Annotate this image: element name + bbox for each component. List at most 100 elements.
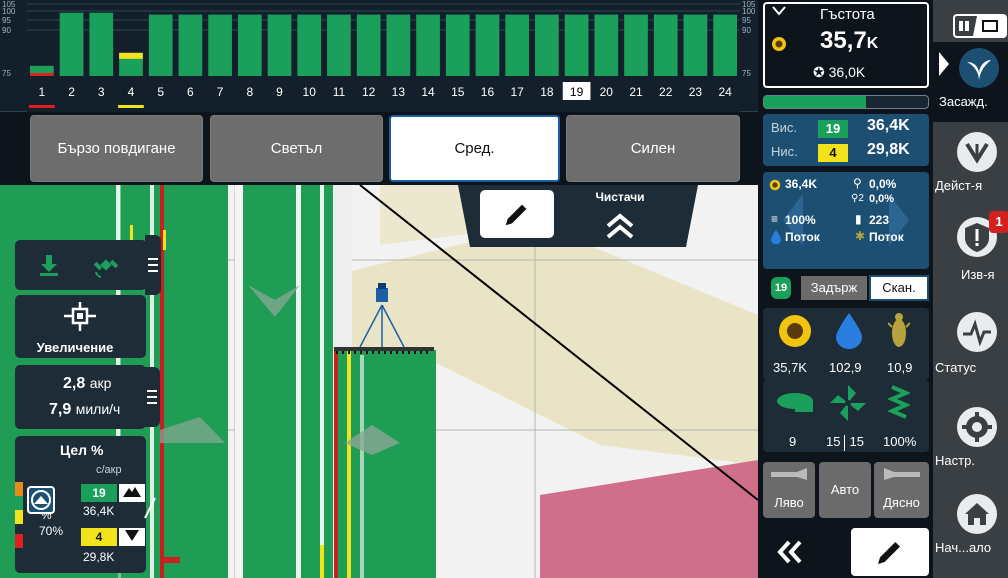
row-bar[interactable] <box>356 14 381 77</box>
row-bar[interactable] <box>59 12 84 77</box>
target-edit-icon[interactable] <box>143 496 163 526</box>
metrics-card[interactable]: 36,4K ⚲ 0,0% ⚲2 0,0% ≡ 100% ▮ 223 Поток … <box>763 172 929 269</box>
marker-left-button[interactable]: Ляво <box>763 462 815 518</box>
wipers-label: Чистачи <box>595 190 645 204</box>
row-label[interactable]: 23 <box>689 85 703 99</box>
rail-plant-item[interactable]: Засажд. <box>933 42 1008 122</box>
row-label[interactable]: 6 <box>187 85 194 99</box>
row-bar[interactable] <box>445 14 470 77</box>
row-label[interactable]: 1 <box>39 85 46 99</box>
target-pct-c: 70% <box>39 524 64 538</box>
row-bar[interactable] <box>89 12 114 77</box>
row-label[interactable]: 15 <box>451 85 465 99</box>
row-bar[interactable] <box>327 14 351 77</box>
scale-red <box>15 534 23 548</box>
row-bar[interactable] <box>564 14 589 77</box>
row-label[interactable]: 2 <box>68 85 75 99</box>
rail-alerts-item[interactable]: 1 Изв-я <box>933 211 1008 295</box>
marker-auto-button[interactable]: Авто <box>819 462 871 518</box>
row-label[interactable]: 9 <box>276 85 283 99</box>
satellite-icon[interactable] <box>93 252 119 283</box>
sections-card[interactable]: 9 15 15 100% <box>763 380 929 452</box>
medium-button[interactable]: Сред. <box>389 115 560 182</box>
row-label[interactable]: 13 <box>392 85 406 99</box>
edit-panel-button[interactable] <box>851 528 929 576</box>
rail-settings-item[interactable]: Настр. <box>933 405 1008 485</box>
target-rate-card[interactable]: Цел % с/акр 0% % 70% 19 36,4K 4 29,8K <box>15 436 156 573</box>
row-label[interactable]: 18 <box>540 85 554 99</box>
target-lo-row: 4 <box>81 528 117 546</box>
row-label[interactable]: 11 <box>333 85 346 99</box>
row-bar[interactable] <box>683 14 708 77</box>
row-bar[interactable] <box>475 14 500 77</box>
edit-map-button[interactable] <box>480 190 554 238</box>
row-bar[interactable] <box>386 14 411 77</box>
row-bar[interactable] <box>713 14 737 77</box>
stat-fan: 15 15 <box>826 434 864 451</box>
scan-row: 19 Задърж Скан. <box>763 273 929 303</box>
area-menu-handle[interactable] <box>144 367 160 427</box>
row-bar[interactable] <box>208 14 232 77</box>
light-button[interactable]: Светъл <box>210 115 383 182</box>
row-label[interactable]: 8 <box>246 85 253 99</box>
fan-divider <box>844 434 846 451</box>
heavy-button[interactable]: Силен <box>566 115 740 182</box>
row-bar[interactable] <box>535 14 559 77</box>
download-icon[interactable] <box>38 253 60 282</box>
split-view-button[interactable] <box>953 14 1007 38</box>
row-label[interactable]: 16 <box>481 85 495 99</box>
row-bar[interactable] <box>594 14 619 77</box>
area-speed-card: 2,8 акр 7,9 мили/ч <box>15 365 160 429</box>
row-label[interactable]: 24 <box>718 85 732 99</box>
back-button[interactable] <box>763 528 833 574</box>
row-label[interactable]: 10 <box>303 85 317 99</box>
marker-right-button[interactable]: Дясно <box>874 462 929 518</box>
density-card[interactable]: Гъстота 35,7K ✪ 36,0K <box>763 2 929 88</box>
quick-lift-button[interactable]: Бързо повдигане <box>30 115 203 182</box>
row-bar[interactable] <box>148 14 173 77</box>
row-bar[interactable] <box>416 14 440 77</box>
row-bar[interactable] <box>297 14 322 77</box>
double-chevron-up-icon[interactable] <box>604 212 636 240</box>
rail-home-item[interactable]: Нач...ало <box>933 492 1008 572</box>
speed-readout: 7,9 мили/ч <box>49 401 120 419</box>
pencil-icon <box>878 542 900 564</box>
chevron-down-icon[interactable] <box>771 4 787 22</box>
row-bar[interactable] <box>237 14 262 77</box>
row-label[interactable]: 19 <box>570 85 584 99</box>
rail-status-item[interactable]: Статус <box>933 310 1008 390</box>
hilo-card[interactable]: Вис. 19 36,4K Нис. 4 29,8K <box>763 114 929 166</box>
hold-button[interactable]: Задърж <box>801 276 867 300</box>
zoom-card[interactable]: Увеличение <box>15 295 146 358</box>
row-bar[interactable] <box>653 14 678 77</box>
density-unit: K <box>866 35 879 52</box>
row-label[interactable]: 20 <box>600 85 614 99</box>
row-label[interactable]: 21 <box>629 85 643 99</box>
row-label[interactable]: 14 <box>421 85 435 99</box>
sunflower-icon <box>769 178 781 196</box>
row-label[interactable]: 5 <box>157 85 164 99</box>
row-bar[interactable] <box>178 14 203 77</box>
row-label[interactable]: 7 <box>217 85 224 99</box>
row-label[interactable]: 22 <box>659 85 673 99</box>
crosshair-icon <box>64 302 96 337</box>
plant-icon <box>959 48 999 88</box>
rail-actions-item[interactable]: Дейст-я <box>933 130 1008 210</box>
row-bar[interactable] <box>119 55 143 76</box>
row-bar[interactable] <box>624 14 648 77</box>
toolbar-menu-handle[interactable] <box>145 235 161 295</box>
row-label[interactable]: 4 <box>128 85 135 99</box>
row-label[interactable]: 3 <box>98 85 105 99</box>
map-layer-button[interactable] <box>27 486 55 514</box>
row-bar[interactable] <box>267 14 292 77</box>
row-performance-chart[interactable]: 105 100 95 90 75 105 100 95 90 75 1 2 3 4 5 6 7 8 9 10 11 12 1… <box>0 0 758 112</box>
row-label[interactable]: 12 <box>362 85 376 99</box>
scan-button[interactable]: Скан. <box>869 275 929 301</box>
target-title: Цел % <box>60 442 104 458</box>
marker-right-icon <box>884 468 920 480</box>
row-bar[interactable] <box>505 14 530 77</box>
seed-stats-card[interactable]: 35,7K 102,9 10,9 <box>763 308 929 380</box>
rail-settings-label: Настр. <box>935 453 975 468</box>
row-label[interactable]: 17 <box>511 85 525 99</box>
y-tick-left: 75 <box>2 69 11 78</box>
